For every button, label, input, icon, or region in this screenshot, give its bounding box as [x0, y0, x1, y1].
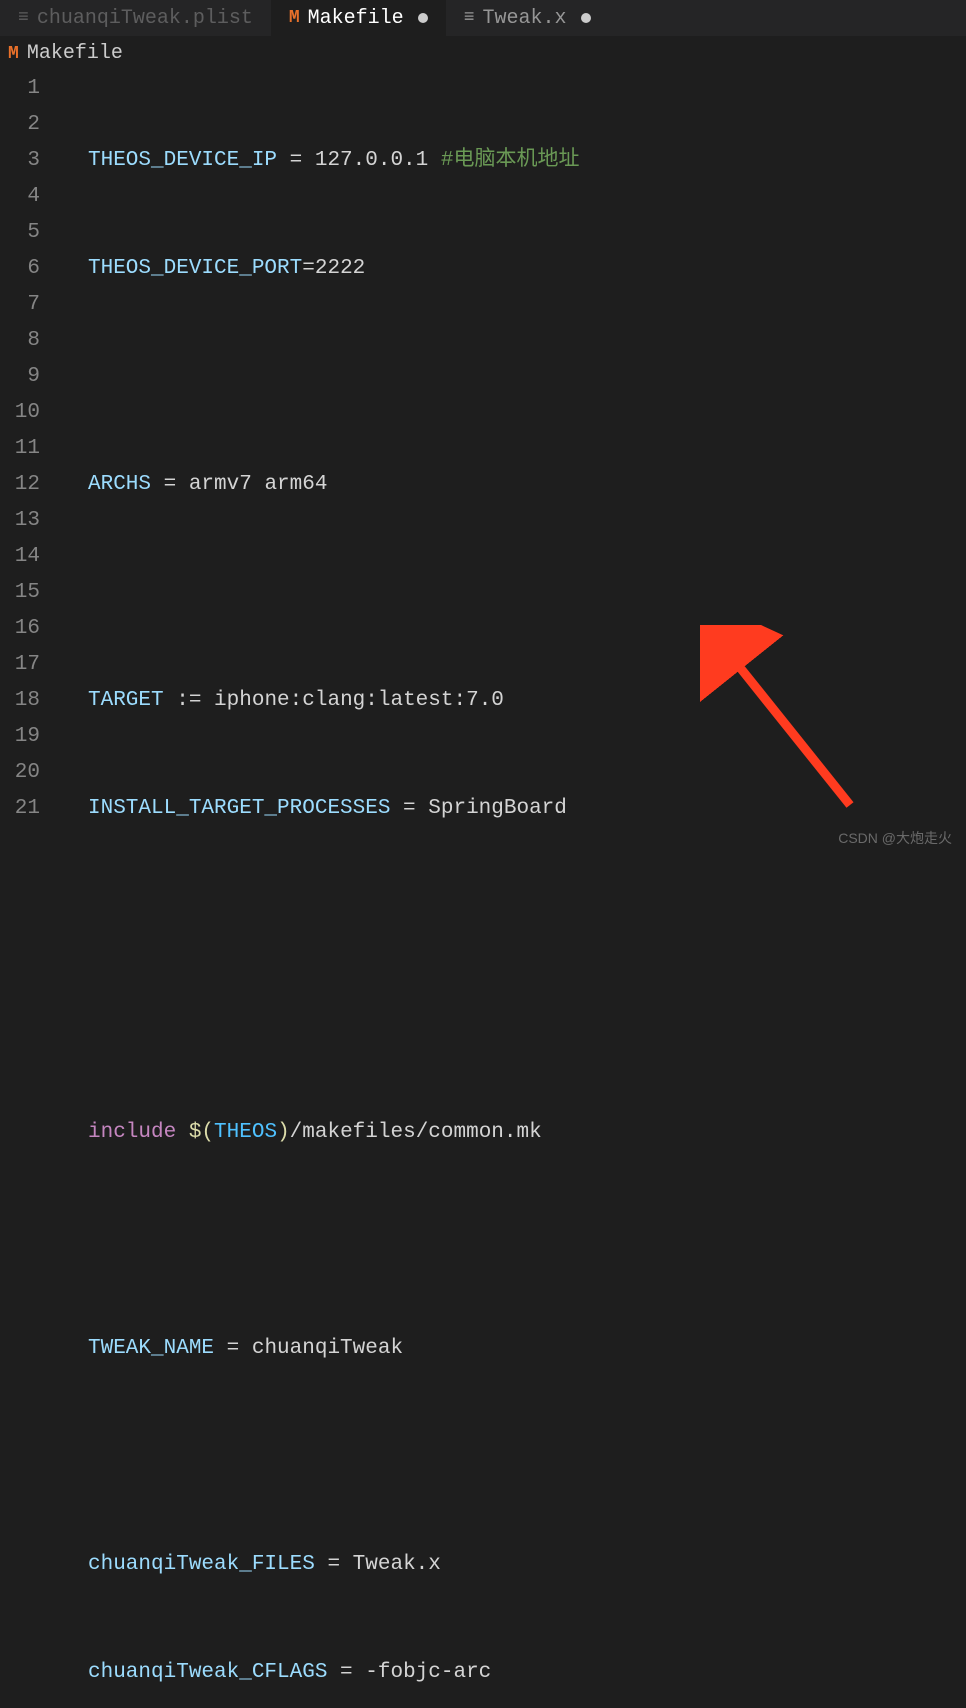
line-number: 6 [0, 251, 40, 287]
line-number: 20 [0, 755, 40, 791]
line-number: 2 [0, 107, 40, 143]
line-number: 12 [0, 467, 40, 503]
code-line [60, 1439, 966, 1475]
tab-bar: ≡ chuanqiTweak.plist M Makefile ≡ Tweak.… [0, 0, 966, 36]
code-line: TWEAK_NAME = chuanqiTweak [60, 1331, 966, 1367]
code-line [60, 1007, 966, 1043]
line-number: 17 [0, 647, 40, 683]
code-line [60, 575, 966, 611]
code-line: chuanqiTweak_FILES = Tweak.x [60, 1547, 966, 1583]
line-number: 8 [0, 323, 40, 359]
tab-plist[interactable]: ≡ chuanqiTweak.plist [0, 0, 271, 36]
tab-makefile[interactable]: M Makefile [271, 0, 446, 36]
modified-indicator-icon [418, 13, 428, 23]
line-number: 7 [0, 287, 40, 323]
code-line: ARCHS = armv7 arm64 [60, 467, 966, 503]
code-line: TARGET := iphone:clang:latest:7.0 [60, 683, 966, 719]
code-line [60, 359, 966, 395]
line-number: 4 [0, 179, 40, 215]
code-line: chuanqiTweak_CFLAGS = -fobjc-arc [60, 1655, 966, 1691]
line-number: 18 [0, 683, 40, 719]
makefile-icon: M [8, 44, 19, 64]
line-number: 21 [0, 791, 40, 827]
breadcrumb-label: Makefile [27, 42, 123, 65]
tab-label: Makefile [308, 7, 404, 30]
makefile-icon: M [289, 8, 300, 28]
tab-tweakx[interactable]: ≡ Tweak.x [446, 0, 609, 36]
line-number: 9 [0, 359, 40, 395]
modified-indicator-icon [581, 13, 591, 23]
line-number: 3 [0, 143, 40, 179]
line-number-gutter: 1 2 3 4 5 6 7 8 9 10 11 12 13 14 15 16 1… [0, 71, 60, 1708]
file-icon: ≡ [18, 8, 29, 28]
code-line [60, 899, 966, 935]
breadcrumb[interactable]: M Makefile [0, 36, 966, 71]
line-number: 19 [0, 719, 40, 755]
code-line: include $(THEOS)/makefiles/common.mk [60, 1115, 966, 1151]
code-editor[interactable]: 1 2 3 4 5 6 7 8 9 10 11 12 13 14 15 16 1… [0, 71, 966, 1708]
line-number: 13 [0, 503, 40, 539]
line-number: 1 [0, 71, 40, 107]
code-area[interactable]: THEOS_DEVICE_IP = 127.0.0.1 #电脑本机地址 THEO… [60, 71, 966, 1708]
code-line: INSTALL_TARGET_PROCESSES = SpringBoard [60, 791, 966, 827]
line-number: 14 [0, 539, 40, 575]
line-number: 15 [0, 575, 40, 611]
line-number: 5 [0, 215, 40, 251]
tab-label: Tweak.x [483, 7, 567, 30]
code-line: THEOS_DEVICE_PORT=2222 [60, 251, 966, 287]
file-icon: ≡ [464, 8, 475, 28]
line-number: 11 [0, 431, 40, 467]
watermark: CSDN @大炮走火 [838, 828, 952, 848]
tab-label: chuanqiTweak.plist [37, 7, 253, 30]
code-line [60, 1223, 966, 1259]
line-number: 10 [0, 395, 40, 431]
code-line: THEOS_DEVICE_IP = 127.0.0.1 #电脑本机地址 [60, 143, 966, 179]
line-number: 16 [0, 611, 40, 647]
